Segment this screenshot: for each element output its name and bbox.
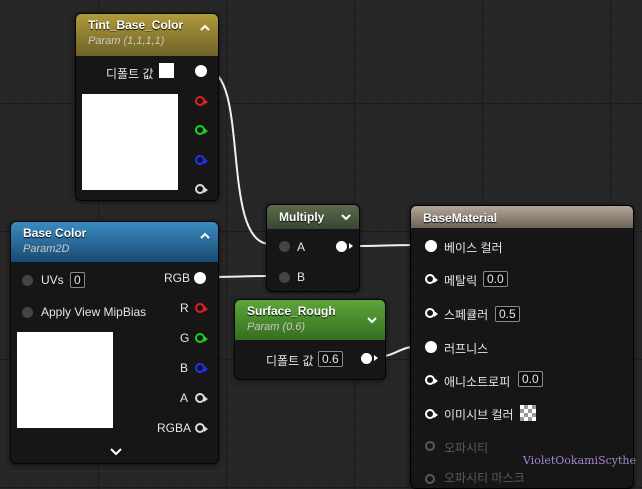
node-subtitle: Param (0.6) bbox=[247, 321, 306, 333]
g-label: G bbox=[180, 331, 190, 345]
input-pin-a[interactable] bbox=[279, 241, 290, 252]
default-value-label: 디폴트 값 bbox=[106, 67, 154, 81]
output-pin-b[interactable] bbox=[195, 363, 208, 373]
input-pin-opacity bbox=[425, 441, 435, 451]
color-preview bbox=[82, 94, 178, 190]
rgba-label: RGBA bbox=[157, 421, 192, 435]
uvs-value-field[interactable]: 0 bbox=[70, 272, 85, 288]
output-pin-r[interactable] bbox=[195, 303, 208, 313]
mipbias-label: Apply View MipBias bbox=[41, 305, 147, 319]
node-subtitle: Param (1,1,1,1) bbox=[88, 35, 165, 47]
surface-rough-node-header[interactable]: Surface_Rough Param (0.6) bbox=[235, 300, 385, 340]
default-value-label: 디폴트 값 bbox=[266, 354, 314, 368]
output-pin-g[interactable] bbox=[195, 333, 208, 343]
chevron-down-icon[interactable] bbox=[341, 212, 351, 222]
output-pin-result[interactable] bbox=[336, 241, 353, 252]
base-color-node-header[interactable]: Base Color Param2D bbox=[11, 222, 218, 262]
input-pin-anisotropy[interactable] bbox=[425, 375, 438, 385]
output-pin-r[interactable] bbox=[195, 96, 208, 106]
input-pin-specular[interactable] bbox=[425, 308, 438, 318]
default-color-swatch[interactable] bbox=[159, 63, 174, 78]
node-subtitle: Param2D bbox=[23, 243, 70, 255]
multiply-node[interactable]: Multiply A B bbox=[266, 204, 360, 292]
input-pin-metallic[interactable] bbox=[425, 274, 438, 284]
node-title: Surface_Rough bbox=[247, 304, 336, 318]
input-pin-opacity-mask bbox=[425, 474, 435, 484]
output-pin-g[interactable] bbox=[195, 125, 208, 135]
node-title: Multiply bbox=[279, 210, 325, 224]
rgb-label: RGB bbox=[164, 271, 191, 285]
texture-preview bbox=[17, 332, 113, 428]
output-pin-a[interactable] bbox=[195, 184, 208, 194]
input-pin-b[interactable] bbox=[279, 272, 290, 283]
pin-label-metallic: 메탈릭 bbox=[444, 274, 478, 288]
emissive-color-swatch[interactable] bbox=[520, 405, 536, 421]
chevron-up-icon[interactable] bbox=[200, 231, 210, 241]
output-pin-rgb[interactable] bbox=[194, 272, 206, 284]
output-pin-rgba[interactable] bbox=[195, 65, 207, 77]
input-pin-base-color[interactable] bbox=[425, 240, 437, 252]
pin-label-opacity: 오파시티 bbox=[444, 441, 489, 455]
multiply-node-header[interactable]: Multiply bbox=[267, 205, 359, 229]
input-pin-mipbias[interactable] bbox=[22, 307, 33, 318]
watermark-text: VioletOokamiScythe bbox=[522, 454, 636, 467]
output-pin-a[interactable] bbox=[195, 393, 208, 403]
a-label: A bbox=[180, 391, 189, 405]
input-b-label: B bbox=[297, 270, 306, 284]
tint-base-color-node[interactable]: Tint_Base_Color Param (1,1,1,1) 디폴트 값 bbox=[75, 13, 219, 201]
r-label: R bbox=[180, 301, 189, 315]
input-a-label: A bbox=[297, 240, 306, 254]
pin-label-opacity-mask: 오파시티 마스크 bbox=[444, 471, 525, 485]
pin-label-anisotropy: 애니소트로피 bbox=[444, 375, 511, 389]
output-pin-rgba[interactable] bbox=[195, 423, 208, 433]
input-pin-uvs[interactable] bbox=[22, 275, 33, 286]
b-label: B bbox=[180, 361, 189, 375]
base-material-node-header[interactable]: BaseMaterial bbox=[411, 206, 633, 228]
pin-label-base-color: 베이스 컬러 bbox=[444, 241, 503, 255]
node-title: Tint_Base_Color bbox=[88, 18, 184, 32]
chevron-down-icon[interactable] bbox=[367, 315, 377, 325]
metallic-value-field[interactable]: 0.0 bbox=[483, 271, 508, 287]
uvs-label: UVs bbox=[41, 273, 64, 287]
chevron-up-icon[interactable] bbox=[200, 23, 210, 33]
input-pin-emissive-color[interactable] bbox=[425, 409, 438, 419]
default-value-field[interactable]: 0.6 bbox=[318, 351, 343, 367]
input-pin-roughness[interactable] bbox=[425, 341, 437, 353]
surface-rough-node[interactable]: Surface_Rough Param (0.6) 디폴트 값 0.6 bbox=[234, 299, 386, 380]
base-color-texture-node[interactable]: Base Color Param2D UVs 0 RGB Apply View … bbox=[10, 221, 219, 464]
tint-node-header[interactable]: Tint_Base_Color Param (1,1,1,1) bbox=[76, 14, 218, 56]
chevron-down-icon[interactable] bbox=[110, 447, 122, 457]
pin-label-specular: 스페큘러 bbox=[444, 308, 489, 322]
specular-value-field[interactable]: 0.5 bbox=[495, 306, 520, 322]
anisotropy-value-field[interactable]: 0.0 bbox=[518, 371, 543, 387]
node-title: BaseMaterial bbox=[423, 211, 498, 225]
pin-label-emissive-color: 이미시브 컬러 bbox=[444, 408, 514, 422]
base-material-node[interactable]: BaseMaterial 베이스 컬러 메탈릭 0.0 스페큘러 0.5 러프니… bbox=[410, 205, 634, 489]
node-title: Base Color bbox=[23, 226, 87, 240]
pin-label-roughness: 러프니스 bbox=[444, 342, 489, 356]
output-pin-b[interactable] bbox=[195, 155, 208, 165]
output-pin-value[interactable] bbox=[361, 353, 378, 364]
